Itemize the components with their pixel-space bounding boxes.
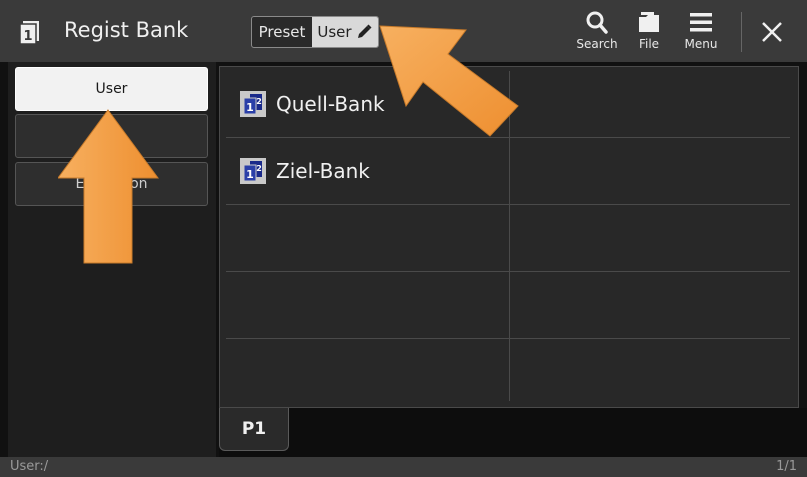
toolbar-divider — [741, 12, 742, 52]
arrow-up-annotation — [58, 109, 159, 264]
search-icon — [586, 11, 608, 34]
user-toggle-option[interactable]: User — [312, 17, 378, 47]
svg-text:1: 1 — [246, 101, 254, 114]
file-item-label: Ziel-Bank — [276, 159, 370, 183]
empty-row — [226, 272, 790, 339]
menu-label: Menu — [684, 37, 718, 51]
empty-row — [226, 205, 790, 272]
user-toggle-label: User — [317, 23, 352, 41]
current-path: User:/ — [10, 459, 49, 474]
regist-bank-file-icon: 1 2 — [240, 91, 266, 117]
arrow-pointer-annotation — [379, 25, 519, 137]
search-label: Search — [576, 37, 618, 51]
window-title: Regist Bank — [64, 18, 189, 42]
file-item-ziel-bank[interactable]: 1 2 Ziel-Bank — [226, 138, 790, 205]
svg-text:2: 2 — [256, 164, 262, 173]
menu-button[interactable]: Menu — [676, 8, 726, 56]
search-button[interactable]: Search — [572, 8, 622, 56]
tab-page-1[interactable]: P1 — [219, 408, 289, 451]
preset-toggle-option[interactable]: Preset — [252, 17, 312, 47]
svg-text:1: 1 — [23, 29, 32, 44]
folder-icon — [639, 12, 659, 32]
file-button[interactable]: File — [624, 8, 674, 56]
page-tab-bar: P1 — [219, 408, 807, 457]
status-bar: User:/ 1/1 — [0, 457, 807, 477]
svg-text:1: 1 — [246, 168, 254, 181]
pencil-icon — [357, 24, 372, 38]
svg-text:2: 2 — [256, 97, 262, 106]
close-button[interactable] — [752, 12, 792, 52]
close-icon — [762, 22, 782, 42]
sidebar-item-user[interactable]: User — [15, 67, 208, 111]
regist-bank-file-icon: 1 2 — [240, 158, 266, 184]
file-label: File — [638, 37, 660, 51]
menu-icon — [690, 13, 712, 32]
file-item-label: Quell-Bank — [276, 92, 385, 116]
regist-bank-icon: 1 — [19, 21, 39, 44]
preset-user-toggle[interactable]: Preset User — [251, 16, 379, 48]
page-indicator: 1/1 — [776, 459, 797, 474]
